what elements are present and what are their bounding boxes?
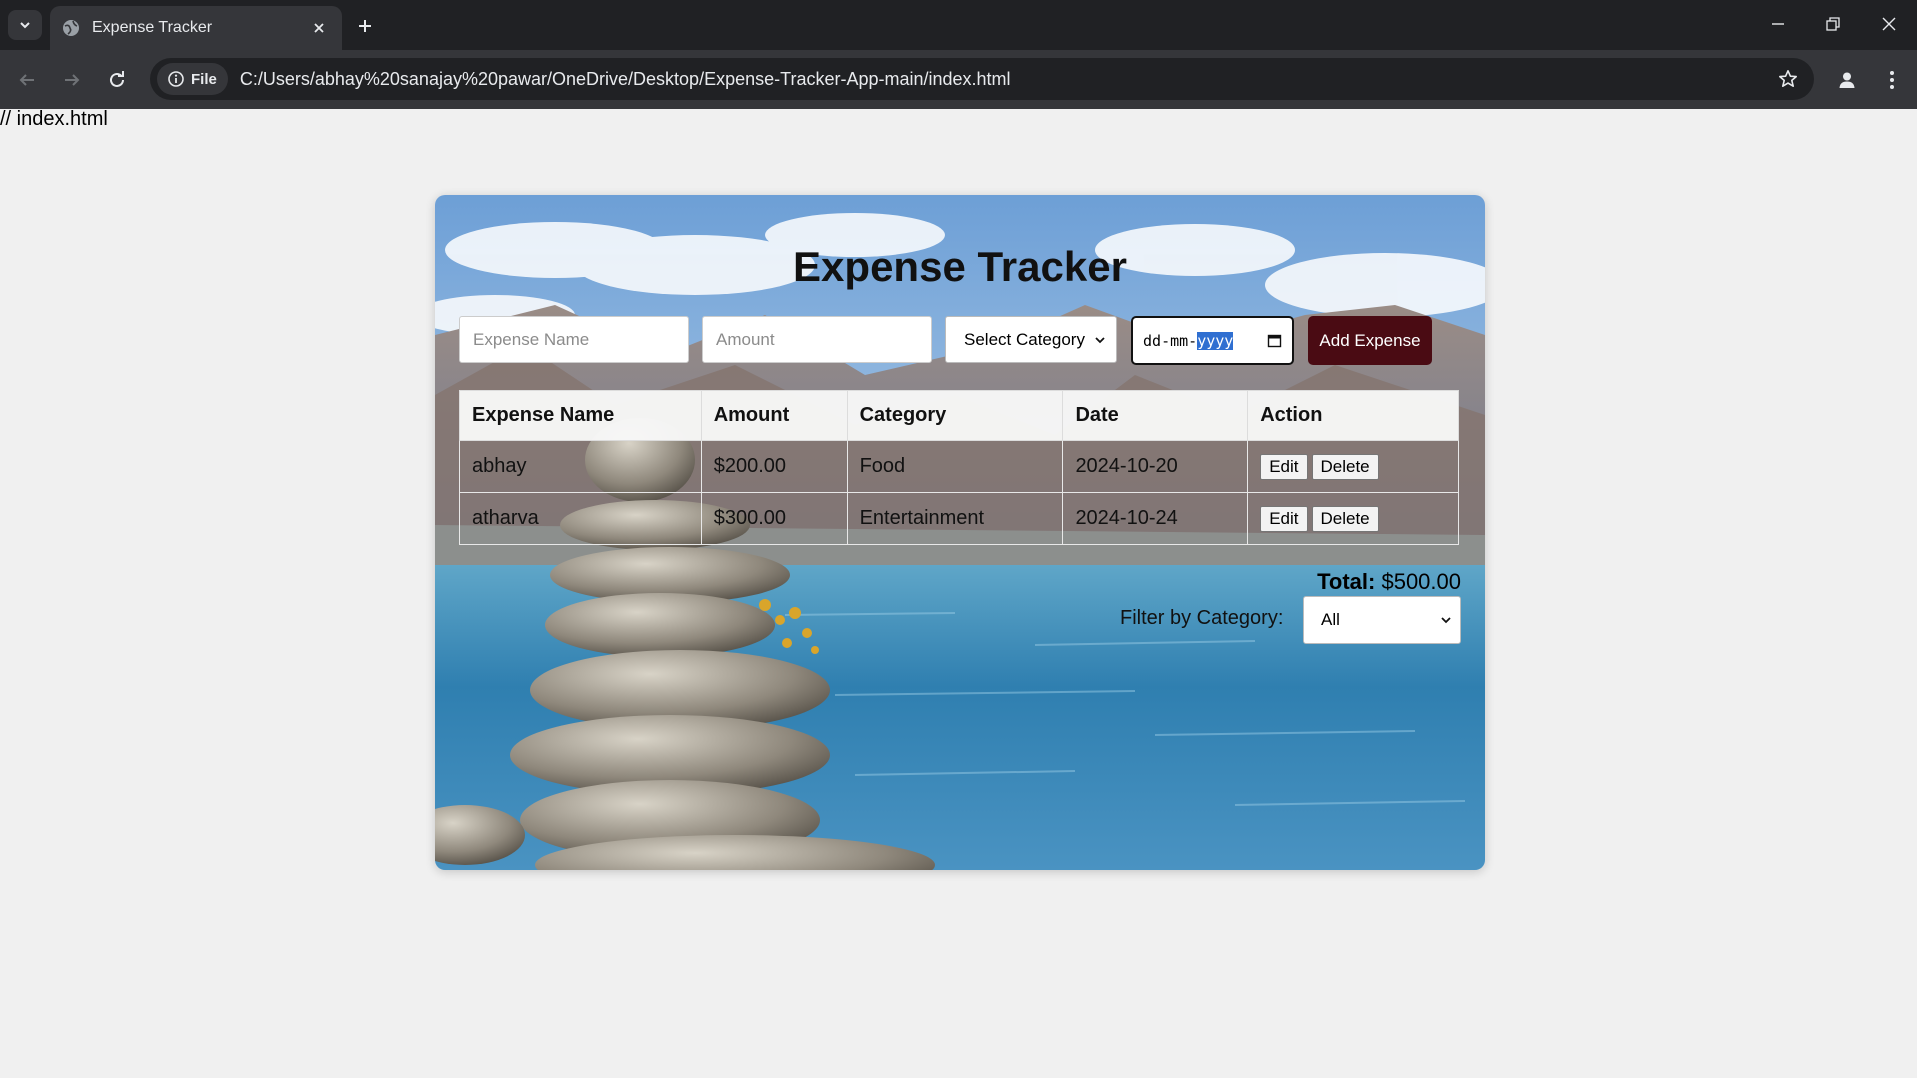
action-cell: Edit Delete [1247, 492, 1459, 545]
tab-search-button[interactable] [8, 10, 42, 40]
forward-icon [65, 74, 80, 86]
column-header-amount: Amount [700, 390, 848, 441]
date-separator: - [1161, 331, 1171, 350]
table-row: abhay $200.00 Food 2024-10-20 Edit Delete [459, 440, 1459, 493]
column-header-category: Category [846, 390, 1064, 441]
date-separator: - [1188, 331, 1198, 350]
back-icon [19, 74, 34, 86]
amount-cell: $300.00 [700, 492, 848, 545]
category-cell: Entertainment [846, 492, 1064, 545]
date-cell: 2024-10-24 [1062, 492, 1249, 545]
reload-icon [110, 71, 124, 87]
chevron-down-icon [1441, 617, 1451, 624]
browser-tab-bar: Expense Tracker [0, 0, 1917, 50]
browser-tab[interactable]: Expense Tracker [50, 6, 342, 50]
globe-icon [62, 19, 80, 37]
edit-button[interactable]: Edit [1260, 453, 1308, 480]
close-window-icon [1882, 17, 1896, 31]
column-header-expense-name: Expense Name [459, 390, 702, 441]
amount-cell: $200.00 [700, 440, 848, 493]
calendar-icon[interactable] [1267, 333, 1282, 348]
new-tab-button[interactable] [351, 12, 379, 40]
site-chip-label: File [191, 70, 217, 88]
site-info-chip[interactable]: File [157, 63, 228, 95]
forward-button[interactable] [55, 63, 89, 97]
filter-select-value: All [1321, 610, 1340, 629]
browser-toolbar: File C:/Users/abhay%20sanajay%20pawar/On… [0, 50, 1917, 109]
restore-icon [1826, 17, 1840, 31]
date-day-placeholder: dd [1143, 331, 1162, 350]
date-input-value: dd-mm-yyyy [1143, 331, 1234, 350]
edit-button[interactable]: Edit [1260, 505, 1308, 532]
more-menu-button[interactable] [1875, 63, 1909, 97]
back-button[interactable] [10, 63, 44, 97]
total-amount: Total: $500.00 [1317, 569, 1461, 595]
more-icon [1890, 71, 1894, 89]
add-expense-button[interactable]: Add Expense [1308, 316, 1432, 365]
category-cell: Food [846, 440, 1064, 493]
date-input[interactable]: dd-mm-yyyy [1131, 316, 1294, 365]
info-icon [168, 71, 184, 87]
column-header-action: Action [1247, 390, 1459, 441]
total-value: $500.00 [1381, 569, 1461, 594]
category-select[interactable]: Select Category [945, 316, 1117, 363]
profile-icon [1839, 72, 1855, 88]
action-cell: Edit Delete [1247, 440, 1459, 493]
expense-tracker-card: Expense Tracker Select Category dd-mm-yy… [435, 195, 1485, 870]
category-select-value: Select Category [964, 329, 1085, 349]
expense-name-input[interactable] [459, 316, 689, 363]
chevron-down-icon [1095, 336, 1105, 343]
address-bar[interactable]: File C:/Users/abhay%20sanajay%20pawar/On… [150, 58, 1814, 100]
date-cell: 2024-10-20 [1062, 440, 1249, 493]
filter-label: Filter by Category: [1120, 607, 1284, 629]
star-icon [1779, 70, 1797, 87]
expense-name-cell: abhay [459, 440, 702, 493]
expense-name-cell: atharva [459, 492, 702, 545]
amount-input[interactable] [702, 316, 932, 363]
column-header-date: Date [1062, 390, 1249, 441]
minimize-icon [1772, 23, 1784, 25]
date-month-placeholder: mm [1170, 331, 1189, 350]
app-title: Expense Tracker [793, 243, 1127, 290]
total-label: Total: [1317, 569, 1376, 594]
tab-title: Expense Tracker [92, 19, 213, 36]
filter-category-select[interactable]: All [1303, 596, 1461, 644]
minimize-button[interactable] [1750, 0, 1806, 48]
expense-table: Expense Name Amount Category Date Action… [459, 390, 1459, 545]
date-year-placeholder: yyyy [1197, 331, 1234, 350]
restore-button[interactable] [1805, 0, 1861, 48]
plus-icon [359, 20, 371, 32]
url-text: C:/Users/abhay%20sanajay%20pawar/OneDriv… [239, 68, 1011, 89]
delete-button[interactable]: Delete [1311, 505, 1379, 532]
profile-button[interactable] [1830, 63, 1864, 97]
table-row: atharva $300.00 Entertainment 2024-10-24… [459, 492, 1459, 545]
chevron-down-icon [20, 22, 30, 29]
delete-button[interactable]: Delete [1311, 453, 1379, 480]
page-comment-text: // index.html [0, 108, 108, 130]
bookmark-button[interactable] [1776, 67, 1800, 91]
close-window-button[interactable] [1861, 0, 1917, 48]
table-header-row: Expense Name Amount Category Date Action [459, 390, 1459, 441]
reload-button[interactable] [100, 63, 134, 97]
close-icon[interactable] [308, 17, 330, 39]
